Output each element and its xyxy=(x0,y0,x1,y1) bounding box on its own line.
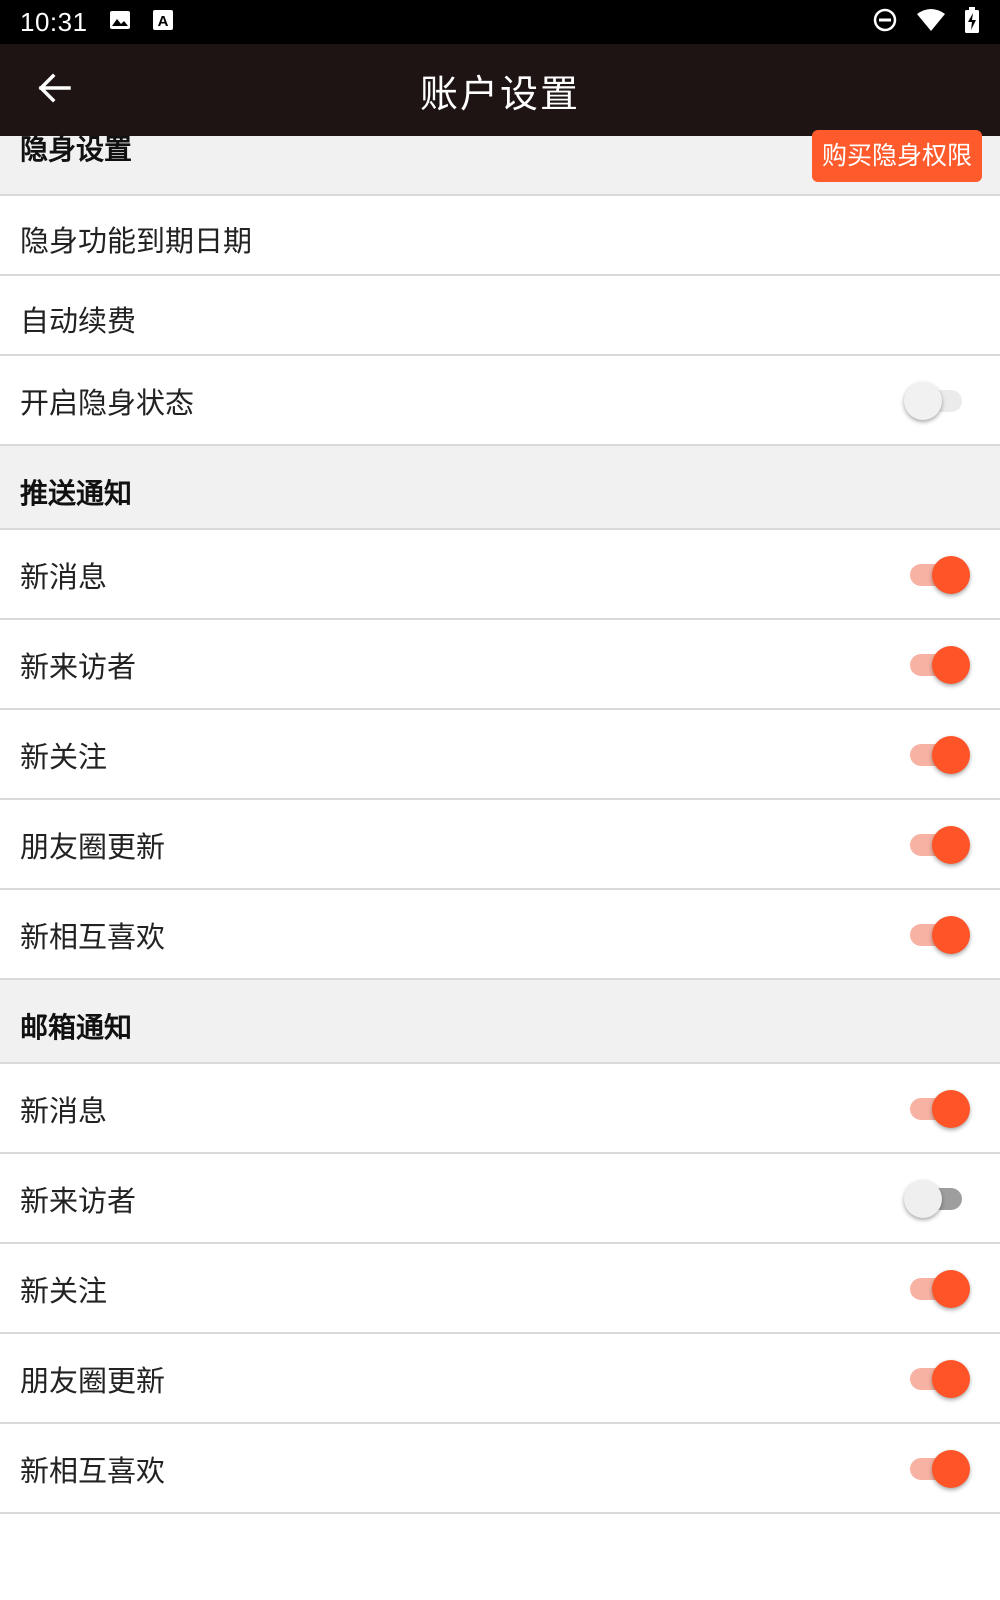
section-title: 邮箱通知 xyxy=(20,1011,133,1044)
row-label: 新来访者 xyxy=(20,650,137,684)
arrow-left-icon xyxy=(37,73,71,107)
section-title: 隐身设置 xyxy=(20,133,133,166)
row-label: 新关注 xyxy=(20,1274,108,1308)
email-notification-list: 新消息新来访者新关注朋友圈更新新相互喜欢 xyxy=(0,1064,1000,1514)
settings-list: 隐身设置 购买隐身权限 隐身功能到期日期 自动续费 开启隐身状态 推送通知 新消… xyxy=(0,130,1000,1554)
notification-toggle[interactable] xyxy=(904,1356,970,1400)
row-label: 隐身功能到期日期 xyxy=(20,224,253,258)
notification-row[interactable]: 新关注 xyxy=(0,1244,1000,1334)
section-header-stealth: 隐身设置 购买隐身权限 xyxy=(0,130,1000,196)
list-item-partial xyxy=(0,1514,1000,1554)
notification-toggle[interactable] xyxy=(904,912,970,956)
row-label: 新关注 xyxy=(20,740,108,774)
buy-stealth-button[interactable]: 购买隐身权限 xyxy=(811,130,982,182)
image-icon xyxy=(108,8,132,36)
notification-row[interactable]: 新相互喜欢 xyxy=(0,890,1000,980)
notification-row[interactable]: 朋友圈更新 xyxy=(0,800,1000,890)
section-header-push: 推送通知 xyxy=(0,446,1000,530)
notification-toggle[interactable] xyxy=(904,1266,970,1310)
app-bar: 账户设置 xyxy=(0,44,1000,136)
row-label: 新来访者 xyxy=(20,1184,137,1218)
back-button[interactable] xyxy=(28,64,80,116)
status-bar: 10:31 A xyxy=(0,0,1000,44)
notification-row[interactable]: 新消息 xyxy=(0,530,1000,620)
notification-row[interactable]: 新消息 xyxy=(0,1064,1000,1154)
row-label: 新消息 xyxy=(20,1094,108,1128)
notification-toggle[interactable] xyxy=(904,1446,970,1490)
notification-row[interactable]: 新相互喜欢 xyxy=(0,1424,1000,1514)
section-header-email: 邮箱通知 xyxy=(0,980,1000,1064)
notification-row[interactable]: 朋友圈更新 xyxy=(0,1334,1000,1424)
notification-toggle[interactable] xyxy=(904,1086,970,1130)
push-notification-list: 新消息新来访者新关注朋友圈更新新相互喜欢 xyxy=(0,530,1000,980)
status-time: 10:31 xyxy=(20,6,88,37)
row-label: 开启隐身状态 xyxy=(20,386,195,420)
notification-row[interactable]: 新关注 xyxy=(0,710,1000,800)
notification-toggle[interactable] xyxy=(904,732,970,776)
stealth-enable-toggle[interactable] xyxy=(904,378,964,422)
wifi-icon xyxy=(916,8,946,36)
notification-toggle[interactable] xyxy=(904,552,970,596)
do-not-disturb-icon xyxy=(872,7,898,37)
stealth-expiry-row[interactable]: 隐身功能到期日期 xyxy=(0,196,1000,276)
notification-toggle[interactable] xyxy=(904,822,970,866)
row-label: 自动续费 xyxy=(20,304,137,338)
notification-toggle[interactable] xyxy=(904,1176,964,1220)
row-label: 新消息 xyxy=(20,560,108,594)
notification-toggle[interactable] xyxy=(904,642,970,686)
row-label: 新相互喜欢 xyxy=(20,920,166,954)
notification-row[interactable]: 新来访者 xyxy=(0,620,1000,710)
auto-renew-row[interactable]: 自动续费 xyxy=(0,276,1000,356)
row-label: 新相互喜欢 xyxy=(20,1454,166,1488)
svg-text:A: A xyxy=(157,13,168,30)
notification-row[interactable]: 新来访者 xyxy=(0,1154,1000,1244)
row-label: 朋友圈更新 xyxy=(20,830,166,864)
battery-charging-icon xyxy=(964,7,980,37)
section-title: 推送通知 xyxy=(20,477,133,510)
page-title: 账户设置 xyxy=(419,71,580,116)
font-a-icon: A xyxy=(152,9,174,35)
row-label: 朋友圈更新 xyxy=(20,1364,166,1398)
stealth-enable-row[interactable]: 开启隐身状态 xyxy=(0,356,1000,446)
